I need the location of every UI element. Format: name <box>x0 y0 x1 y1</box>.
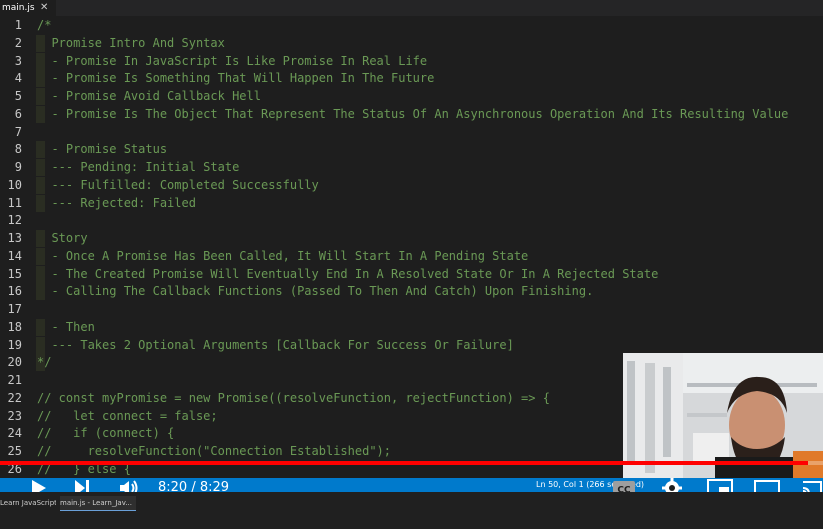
line-number: 12 <box>7 213 22 228</box>
code-line[interactable]: 18 - Then <box>0 318 823 336</box>
video-progress-bar[interactable] <box>0 461 823 465</box>
code-text: */ <box>37 355 52 370</box>
code-text: - Promise Is The Object That Represent T… <box>37 106 789 121</box>
code-text: - The Created Promise Will Eventually En… <box>37 266 659 281</box>
code-line[interactable]: 15 - The Created Promise Will Eventually… <box>0 265 823 283</box>
line-number: 1 <box>14 18 22 32</box>
code-text: // resolveFunction("Connection Establish… <box>37 444 392 458</box>
line-number: 14 <box>7 248 22 263</box>
taskbar-item-editor[interactable]: main.js - Learn_Jav... <box>60 496 136 511</box>
code-line[interactable]: 10 --- Fulfilled: Completed Successfully <box>0 176 823 194</box>
code-line[interactable]: 11 --- Rejected: Failed <box>0 194 823 212</box>
line-number: 2 <box>14 35 22 50</box>
code-line[interactable]: 3 - Promise In JavaScript Is Like Promis… <box>0 52 823 70</box>
line-number: 11 <box>7 195 22 210</box>
code-line[interactable]: 4 - Promise Is Something That Will Happe… <box>0 70 823 88</box>
progress-fill <box>0 461 809 465</box>
code-text: // if (connect) { <box>37 426 175 441</box>
code-text: /* <box>37 18 52 32</box>
code-text: // let connect = false; <box>37 408 218 423</box>
line-number: 24 <box>7 426 22 441</box>
line-number: 17 <box>7 302 22 316</box>
code-line[interactable]: 14 - Once A Promise Has Been Called, It … <box>0 247 823 265</box>
line-number: 5 <box>14 89 22 103</box>
line-number: 15 <box>7 266 22 281</box>
os-taskbar: Learn JavaScript - G... main.js - Learn_… <box>0 492 823 529</box>
code-line[interactable]: 6 - Promise Is The Object That Represent… <box>0 105 823 123</box>
code-line[interactable]: 13 Story <box>0 230 823 247</box>
line-number: 18 <box>7 319 22 334</box>
code-line[interactable]: 9 --- Pending: Initial State <box>0 159 823 176</box>
close-icon[interactable]: ✕ <box>40 0 48 16</box>
line-number: 4 <box>14 71 22 86</box>
code-text: --- Takes 2 Optional Arguments [Callback… <box>37 337 514 352</box>
line-number: 23 <box>7 408 22 423</box>
code-text: - Once A Promise Has Been Called, It Wil… <box>37 248 529 263</box>
code-line[interactable]: 8 - Promise Status <box>0 141 823 159</box>
code-text: Story <box>37 231 88 245</box>
code-text: // const myPromise = new Promise((resolv… <box>37 390 550 405</box>
code-text: - Promise In JavaScript Is Like Promise … <box>37 53 428 68</box>
code-text: - Then <box>37 319 95 334</box>
code-line[interactable]: 16 - Calling The Callback Functions (Pas… <box>0 283 823 301</box>
line-number: 10 <box>7 177 22 192</box>
code-text: --- Fulfilled: Completed Successfully <box>37 177 319 192</box>
line-number: 6 <box>14 106 22 121</box>
code-text: - Promise Is Something That Will Happen … <box>37 71 435 86</box>
code-line[interactable]: 19 --- Takes 2 Optional Arguments [Callb… <box>0 336 823 354</box>
code-text: - Promise Avoid Callback Hell <box>37 89 261 103</box>
tab-main-js[interactable]: main.js ✕ <box>0 0 56 16</box>
code-line[interactable]: 7 <box>0 124 823 141</box>
code-line[interactable]: 2 Promise Intro And Syntax <box>0 34 823 52</box>
taskbar-item-browser[interactable]: Learn JavaScript - G... <box>0 496 56 510</box>
line-number: 20 <box>7 355 22 370</box>
line-number: 7 <box>14 124 22 139</box>
line-number: 13 <box>7 231 22 245</box>
line-number: 3 <box>14 53 22 68</box>
line-number: 16 <box>7 284 22 299</box>
line-number: 22 <box>7 390 22 405</box>
line-number: 9 <box>14 160 22 174</box>
line-number: 25 <box>7 444 22 458</box>
code-line[interactable]: 12 <box>0 212 823 229</box>
code-text: Promise Intro And Syntax <box>37 35 225 50</box>
tab-label: main.js <box>2 3 35 13</box>
code-line[interactable]: 5 - Promise Avoid Callback Hell <box>0 88 823 105</box>
editor-tab-bar: main.js ✕ <box>0 0 823 16</box>
line-number: 8 <box>14 142 22 157</box>
line-number: 21 <box>7 373 22 387</box>
code-line[interactable]: 17 <box>0 301 823 318</box>
code-line[interactable]: 1 /* <box>0 17 823 34</box>
code-text: --- Rejected: Failed <box>37 195 196 210</box>
code-text: - Promise Status <box>37 142 168 157</box>
code-text: --- Pending: Initial State <box>37 160 240 174</box>
line-number: 19 <box>7 337 22 352</box>
code-text: - Calling The Callback Functions (Passed… <box>37 284 594 299</box>
